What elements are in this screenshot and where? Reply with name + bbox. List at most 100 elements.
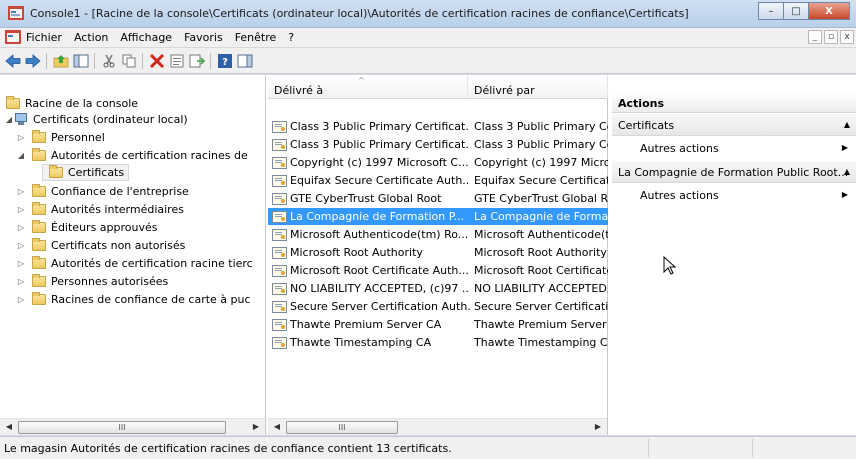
expanded-arrow-icon[interactable]: ◢	[4, 115, 14, 124]
tree-item-computer[interactable]: ◢ Certificats (ordinateur local)	[4, 110, 188, 128]
collapsed-arrow-icon[interactable]: ▷	[16, 259, 26, 268]
list-horizontal-scrollbar[interactable]: ◀ III ▶	[268, 418, 607, 435]
collapsed-arrow-icon[interactable]: ▷	[16, 223, 26, 232]
certificate-icon	[272, 282, 287, 295]
table-row[interactable]: Class 3 Public Primary Certificat... Cla…	[268, 118, 608, 135]
folder-icon	[32, 147, 46, 161]
action-section-certificats[interactable]: Certificats ▲	[612, 114, 856, 136]
mmc-document-icon[interactable]	[5, 30, 21, 44]
mmc-app-icon	[8, 6, 24, 20]
cell-issued-to: NO LIABILITY ACCEPTED, (c)97 ...	[290, 282, 470, 295]
cell-issued-to: Thawte Timestamping CA	[290, 336, 432, 349]
action-item-autres-actions[interactable]: Autres actions ▶	[612, 184, 856, 206]
tree-item-trusted-people[interactable]: ▷ Personnes autorisées	[16, 272, 168, 290]
tree-item-label: Racines de confiance de carte à puc	[51, 292, 251, 306]
scroll-left-icon[interactable]: ◀	[3, 422, 15, 433]
table-row[interactable]: GTE CyberTrust Global Root GTE CyberTrus…	[268, 190, 608, 207]
table-row[interactable]: Microsoft Root Certificate Auth... Micro…	[268, 262, 608, 279]
table-row[interactable]: Copyright (c) 1997 Microsoft C... Copyri…	[268, 154, 608, 171]
collapsed-arrow-icon[interactable]: ▷	[16, 241, 26, 250]
menu-action[interactable]: Action	[74, 31, 108, 44]
tree-horizontal-scrollbar[interactable]: ◀ III ▶	[0, 418, 265, 435]
scrollbar-thumb[interactable]: III	[286, 421, 398, 434]
cell-issued-to: Microsoft Root Certificate Auth...	[290, 264, 469, 277]
mdi-close-button[interactable]: x	[840, 30, 854, 44]
tree-item-enterprise-trust[interactable]: ▷ Confiance de l'entreprise	[16, 182, 189, 200]
tree-item-intermediate[interactable]: ▷ Autorités intermédiaires	[16, 200, 184, 218]
table-row[interactable]: NO LIABILITY ACCEPTED, (c)97 ... NO LIAB…	[268, 280, 608, 297]
certificate-icon	[272, 192, 287, 205]
certificate-icon	[272, 318, 287, 331]
cell-issued-to: Class 3 Public Primary Certificat...	[290, 120, 470, 133]
column-header-issued-by[interactable]: Délivré par	[468, 75, 608, 99]
mdi-minimize-button[interactable]: _	[808, 30, 822, 44]
column-header-issued-to[interactable]: ^ Délivré à	[268, 75, 468, 99]
action-section-title: Certificats	[618, 119, 675, 132]
tree-item-label: Autorités intermédiaires	[51, 202, 184, 216]
table-row[interactable]: Thawte Timestamping CA Thawte Timestampi…	[268, 334, 608, 351]
collapse-arrow-icon[interactable]: ▲	[844, 120, 850, 129]
tree-item-third-party-root[interactable]: ▷ Autorités de certification racine tier…	[16, 254, 253, 272]
sort-ascending-icon: ^	[358, 76, 365, 85]
close-button[interactable]: X	[808, 2, 850, 20]
tree-item-certificats[interactable]: Certificats	[42, 163, 130, 181]
copy-icon[interactable]	[120, 52, 138, 70]
tree-item-label: Certificats non autorisés	[51, 238, 186, 252]
table-row-selected[interactable]: La Compagnie de Formation P... La Compag…	[268, 208, 608, 225]
minimize-button[interactable]: –	[758, 2, 784, 20]
tree-item-smart-card-roots[interactable]: ▷ Racines de confiance de carte à puc	[16, 290, 251, 308]
scrollbar-thumb[interactable]: III	[18, 421, 226, 434]
table-row[interactable]: Microsoft Root Authority Microsoft Root …	[268, 244, 608, 261]
cell-issued-to: Microsoft Root Authority	[290, 246, 423, 259]
action-item-autres-actions[interactable]: Autres actions ▶	[612, 137, 856, 159]
scroll-left-icon[interactable]: ◀	[271, 422, 283, 433]
scroll-right-icon[interactable]: ▶	[250, 422, 262, 433]
collapsed-arrow-icon[interactable]: ▷	[16, 205, 26, 214]
properties-icon[interactable]	[168, 52, 186, 70]
folder-icon	[32, 219, 46, 233]
forward-icon[interactable]	[24, 52, 42, 70]
show-hide-tree-icon[interactable]	[72, 52, 90, 70]
folder-icon	[32, 291, 46, 305]
collapse-arrow-icon[interactable]: ▲	[844, 167, 850, 176]
cell-issued-to: La Compagnie de Formation P...	[290, 210, 465, 223]
certificate-icon	[272, 228, 287, 241]
table-row[interactable]: Microsoft Authenticode(tm) Ro... Microso…	[268, 226, 608, 243]
menu-help[interactable]: ?	[288, 31, 294, 44]
tree-item-trusted-publishers[interactable]: ▷ Éditeurs approuvés	[16, 218, 158, 236]
table-row[interactable]: Thawte Premium Server CA Thawte Premium …	[268, 316, 608, 333]
up-folder-icon[interactable]	[52, 52, 70, 70]
tree-item-trusted-root[interactable]: ◢ Autorités de certification racines de	[16, 146, 248, 164]
tree-item-untrusted[interactable]: ▷ Certificats non autorisés	[16, 236, 185, 254]
expanded-arrow-icon[interactable]: ◢	[16, 151, 26, 160]
table-row[interactable]: Equifax Secure Certificate Auth... Equif…	[268, 172, 608, 189]
show-hide-action-pane-icon[interactable]	[236, 52, 254, 70]
collapsed-arrow-icon[interactable]: ▷	[16, 187, 26, 196]
action-section-selected-certificate[interactable]: La Compagnie de Formation Public Root...…	[612, 161, 856, 183]
mdi-restore-button[interactable]: ▫	[824, 30, 838, 44]
menu-fichier[interactable]: Fichier	[26, 31, 62, 44]
cell-issued-by: Copyright (c) 1997 Micros	[474, 156, 608, 169]
table-row[interactable]: Class 3 Public Primary Certificat... Cla…	[268, 136, 608, 153]
menu-affichage[interactable]: Affichage	[120, 31, 172, 44]
cut-icon[interactable]	[100, 52, 118, 70]
collapsed-arrow-icon[interactable]: ▷	[16, 295, 26, 304]
collapsed-arrow-icon[interactable]: ▷	[16, 277, 26, 286]
folder-icon	[6, 95, 20, 109]
maximize-button[interactable]: □	[783, 2, 809, 20]
collapsed-arrow-icon[interactable]: ▷	[16, 133, 26, 142]
tree-item-label: Certificats (ordinateur local)	[33, 112, 188, 126]
back-icon[interactable]	[4, 52, 22, 70]
menu-fenetre[interactable]: Fenêtre	[235, 31, 277, 44]
cell-issued-to: Class 3 Public Primary Certificat...	[290, 138, 470, 151]
tree-item-personnel[interactable]: ▷ Personnel	[16, 128, 105, 146]
cell-issued-by: NO LIABILITY ACCEPTED,	[474, 282, 608, 295]
export-list-icon[interactable]	[188, 52, 206, 70]
cell-issued-to: Copyright (c) 1997 Microsoft C...	[290, 156, 469, 169]
menu-bar: Fichier Action Affichage Favoris Fenêtre…	[0, 28, 856, 48]
menu-favoris[interactable]: Favoris	[184, 31, 223, 44]
delete-icon[interactable]	[148, 52, 166, 70]
scroll-right-icon[interactable]: ▶	[592, 422, 604, 433]
help-icon[interactable]: ?	[216, 52, 234, 70]
table-row[interactable]: Secure Server Certification Auth... Secu…	[268, 298, 608, 315]
